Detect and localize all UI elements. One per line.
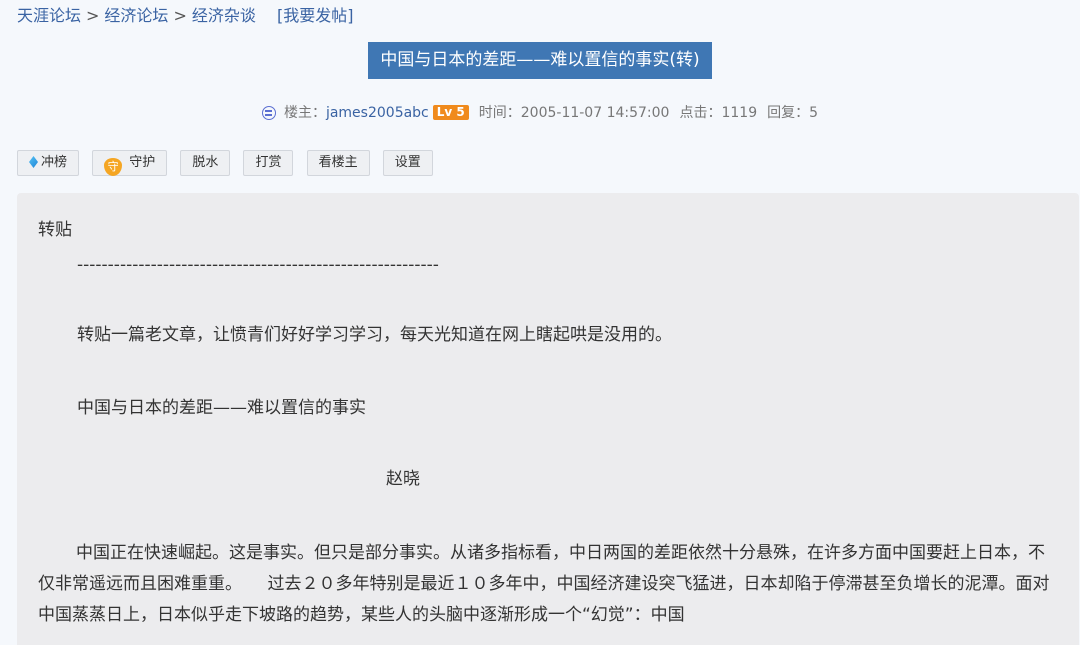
author-link[interactable]: james2005abc: [326, 105, 429, 121]
divider-line: ----------------------------------------…: [77, 255, 439, 275]
click-count: 点击：1119: [679, 105, 758, 121]
breadcrumb-separator: >: [86, 6, 100, 25]
title-wrap: 中国与日本的差距——难以置信的事实(转): [0, 42, 1080, 79]
breadcrumb-separator: >: [173, 6, 187, 25]
breadcrumb-tianya[interactable]: 天涯论坛: [17, 6, 81, 25]
article-title: 中国与日本的差距——难以置信的事实: [77, 398, 366, 418]
post-toolbar: 冲榜 守 守护 脱水 打赏 看楼主 设置: [17, 150, 441, 176]
diamond-icon: [29, 156, 38, 168]
breadcrumb-economy-forum[interactable]: 经济论坛: [104, 6, 168, 25]
page: 天涯论坛 > 经济论坛 > 经济杂谈 [我要发帖] 中国与日本的差距——难以置信的事实(…: [0, 0, 1080, 645]
intro-paragraph: 转贴一篇老文章，让愤青们好好学习学习，每天光知道在网上瞎起哄是没用的。: [77, 325, 672, 345]
face-icon: [261, 106, 276, 120]
post-meta: 楼主：james2005abc Lv 5 时间：2005-11-07 14:57:0…: [0, 103, 1080, 123]
op-only-button[interactable]: 看楼主: [306, 150, 370, 176]
boost-button[interactable]: 冲榜: [17, 150, 80, 176]
post-content: 转贴 -------------------------------------…: [17, 193, 1079, 645]
settings-button[interactable]: 设置: [382, 150, 433, 176]
post-time: 时间：2005-11-07 14:57:00: [478, 105, 670, 121]
repost-label: 转贴: [38, 220, 72, 240]
breadcrumb-economy-talk[interactable]: 经济杂谈: [192, 6, 256, 25]
reply-count: 回复：5: [767, 105, 819, 121]
level-badge: Lv 5: [432, 105, 469, 120]
new-post-link[interactable]: [我要发帖]: [277, 6, 354, 25]
dry-button[interactable]: 脱水: [180, 150, 231, 176]
boost-label: 冲榜: [41, 155, 68, 170]
article-body: 中国正在快速崛起。这是事实。但只是部分事实。从诸多指标看，中日两国的差距依然十分…: [38, 543, 1050, 625]
post-title: 中国与日本的差距——难以置信的事实(转): [368, 42, 712, 79]
tip-button[interactable]: 打赏: [243, 150, 294, 176]
shield-icon: 守: [104, 158, 123, 176]
guard-button[interactable]: 守 守护: [92, 150, 168, 176]
breadcrumb: 天涯论坛 > 经济论坛 > 经济杂谈 [我要发帖]: [17, 5, 353, 27]
article-author: 赵晓: [386, 469, 420, 489]
guard-label: 守护: [129, 155, 156, 170]
author-label: 楼主：: [283, 105, 326, 121]
